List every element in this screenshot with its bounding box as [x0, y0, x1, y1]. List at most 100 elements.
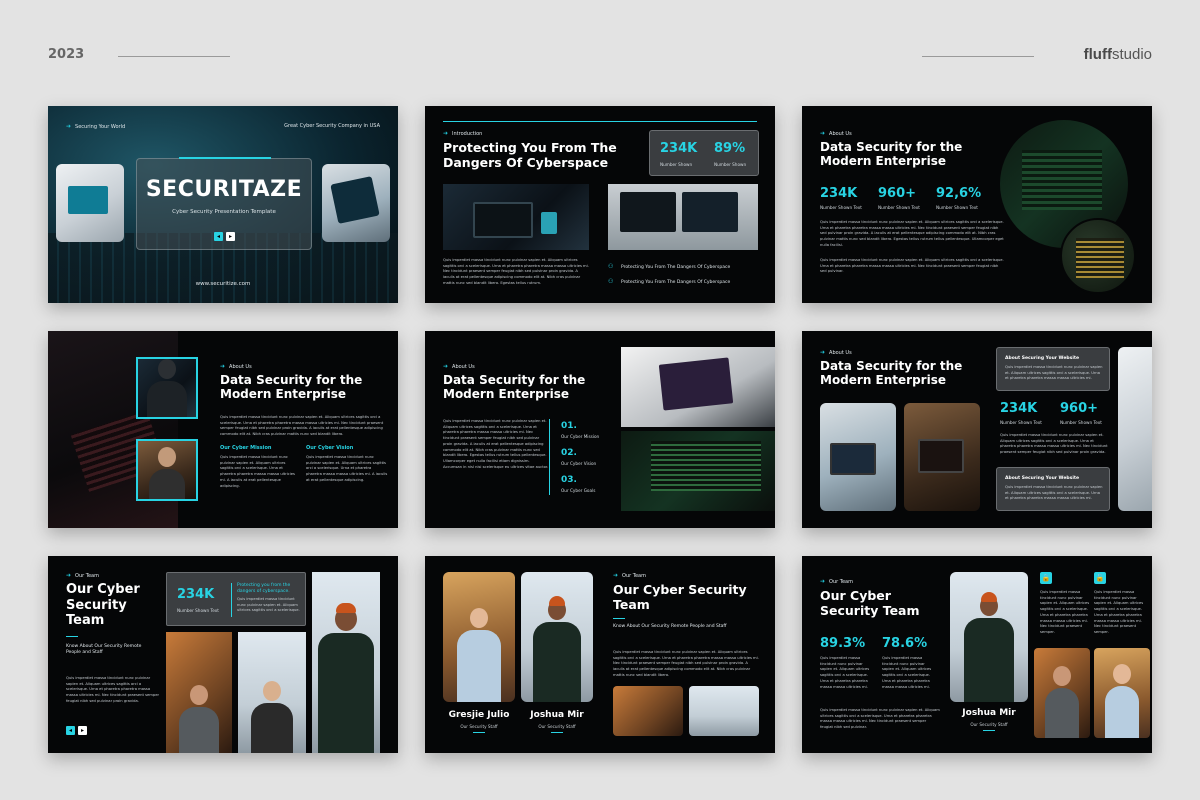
code-lines [1076, 238, 1124, 278]
team2-accent-line [613, 618, 625, 619]
man-small-photo [689, 686, 759, 736]
header-divider-right [922, 56, 1034, 57]
cards-stat-2-value: 960+ [1060, 401, 1099, 416]
code-monitors [651, 441, 761, 491]
mission-heading: Our Cyber Mission [220, 445, 272, 451]
team1-stat-card: 234K Number Shown Text Protecting you fr… [166, 572, 306, 626]
intro-kicker: Introduction [443, 130, 482, 137]
steps-kicker: About Us [443, 363, 475, 370]
slide-about-cards[interactable]: About Us Data Security for the Modern En… [802, 331, 1152, 528]
cover-url[interactable]: www.securitize.com [48, 281, 398, 287]
monitor-right [682, 192, 738, 232]
users-icon: ⚇ [608, 278, 614, 285]
tablet-screen [330, 176, 380, 224]
cropped-laptop-photo [1118, 347, 1152, 511]
team1-prev-button[interactable]: ◂ [66, 726, 75, 735]
team1-kicker: Our Team [66, 572, 99, 579]
info-card-1: About Securing Your Website Quis imperdi… [996, 347, 1110, 391]
team2-paragraph: Quis imperdiet massa tincidunt nunc pulv… [613, 650, 759, 677]
cards-kicker: About Us [820, 349, 852, 356]
laptop-shape [473, 202, 533, 238]
man-beanie-figure [318, 603, 374, 753]
slide-team-members[interactable]: Gresjie Julio Our Security Staff Joshua … [425, 556, 775, 753]
about-stat-2-label: Number Shown Text [878, 205, 920, 210]
prev-button[interactable]: ◂ [214, 232, 223, 241]
team-laptop-screen [830, 443, 876, 475]
member-1-role: Our Security Staff [460, 724, 498, 729]
steps-title: Data Security for the Modern Enterprise [443, 373, 586, 402]
about-stat-3-value: 92,6% [936, 186, 982, 201]
top-accent-line [443, 121, 757, 122]
team1-quote-text: Quis imperdiet massa tincidunt nunc pulv… [237, 597, 300, 613]
woman-blue-figure [1105, 664, 1139, 738]
about-stat-2-value: 960+ [878, 186, 917, 201]
laptop-screen-purple [658, 357, 734, 411]
team1-stat-value: 234K [177, 587, 215, 602]
intro-stat-2-label: Number Shown [714, 162, 747, 167]
step-2-number: 02. [561, 448, 577, 458]
gresjie-figure [457, 608, 501, 702]
joshua-photo [521, 572, 593, 702]
woman-small-photo [613, 686, 683, 736]
team3-kicker: Our Team [820, 578, 853, 585]
vision-text: Quis imperdiet massa tincidunt nunc pulv… [306, 455, 388, 482]
about-paragraph-1: Quis imperdiet massa tincidunt nunc pulv… [820, 220, 1004, 247]
lock-icon: 🔒 [1040, 572, 1052, 584]
intro-stat-2-value: 89% [714, 141, 746, 156]
slide-about-steps[interactable]: About Us Data Security for the Modern En… [425, 331, 775, 528]
title-accent-line [179, 157, 271, 159]
tablet-photo [322, 164, 390, 242]
slide-about-mission[interactable]: About Us Data Security for the Modern En… [48, 331, 398, 528]
slide-about-circles[interactable]: About Us Data Security for the Modern En… [802, 106, 1152, 303]
about-stat-3-label: Number Shown Text [936, 205, 978, 210]
cover-kicker-right: Great Cyber Security Company in USA [284, 123, 380, 129]
team3-member-role: Our Security Staff [970, 722, 1008, 727]
laptop-desk-photo [621, 347, 775, 427]
intro-title: Protecting You From The Dangers Of Cyber… [443, 140, 617, 170]
info-card-1-text: Quis imperdiet massa tincidunt nunc pulv… [1005, 365, 1103, 381]
woman-blue-photo [1094, 648, 1150, 738]
team1-subtitle: Know About Our Security Remote People an… [66, 644, 142, 656]
slide-cover[interactable]: Securing Your World Great Cyber Security… [48, 106, 398, 303]
man-seated-figure [251, 681, 293, 753]
slide-team-quote[interactable]: Our Team Our Cyber Security Team Know Ab… [48, 556, 398, 753]
joshua-large-figure [964, 592, 1014, 702]
cards-stat-2-label: Number Shown Text [1060, 420, 1102, 425]
team1-next-button[interactable]: ▸ [78, 726, 87, 735]
cover-title-panel: SECURITAZE Cyber Security Presentation T… [136, 157, 312, 250]
team1-title: Our Cyber Security Team [66, 582, 140, 629]
slide-team-stats[interactable]: Our Team Our Cyber Security Team 89.3% 7… [802, 556, 1152, 753]
team1-stat-label: Number Shown Text [177, 608, 219, 613]
info-card-2-text: Quis imperdiet massa tincidunt nunc pulv… [1005, 485, 1103, 501]
woman-card-photo [1034, 648, 1090, 738]
lock-text-2: Quis imperdiet massa tincidunt nunc pulv… [1094, 590, 1144, 635]
phone-shape [541, 212, 557, 234]
cards-stat-1-value: 234K [1000, 401, 1038, 416]
member-2-name: Joshua Mir [530, 710, 584, 720]
intro-item-1: Protecting You From The Dangers Of Cyber… [621, 265, 731, 270]
team2-subtitle: Know About Our Security Remote People an… [613, 624, 727, 629]
woman-card-figure [1045, 666, 1079, 738]
hooded-person [147, 359, 187, 417]
laptop-photo [56, 164, 124, 242]
gresjie-photo [443, 572, 515, 702]
intro-item-2: Protecting You From The Dangers Of Cyber… [621, 280, 731, 285]
intro-stats-card: 234K Number Shown 89% Number Shown [649, 130, 759, 176]
code-circle-photo [1060, 218, 1136, 294]
team3-stat-2-value: 78.6% [882, 636, 928, 651]
unlock-icon: 🔓 [1094, 572, 1106, 584]
intro-stat-1-label: Number Shown [660, 162, 693, 167]
team3-stat-1-value: 89.3% [820, 636, 866, 651]
slide-introduction[interactable]: Introduction Protecting You From The Dan… [425, 106, 775, 303]
workspace-warm-photo [904, 403, 980, 511]
team3-member-underline [983, 730, 995, 731]
joshua-figure [533, 596, 581, 702]
steps-paragraph: Quis imperdiet massa tincidunt nunc pulv… [443, 419, 549, 469]
room-photo [136, 439, 198, 501]
next-button[interactable]: ▸ [226, 232, 235, 241]
intro-stat-1-value: 234K [660, 141, 698, 156]
team-laptop-photo [820, 403, 896, 511]
info-card-2: About Securing Your Website Quis imperdi… [996, 467, 1110, 511]
info-card-2-title: About Securing Your Website [1005, 476, 1080, 481]
team3-member-name: Joshua Mir [962, 708, 1016, 718]
